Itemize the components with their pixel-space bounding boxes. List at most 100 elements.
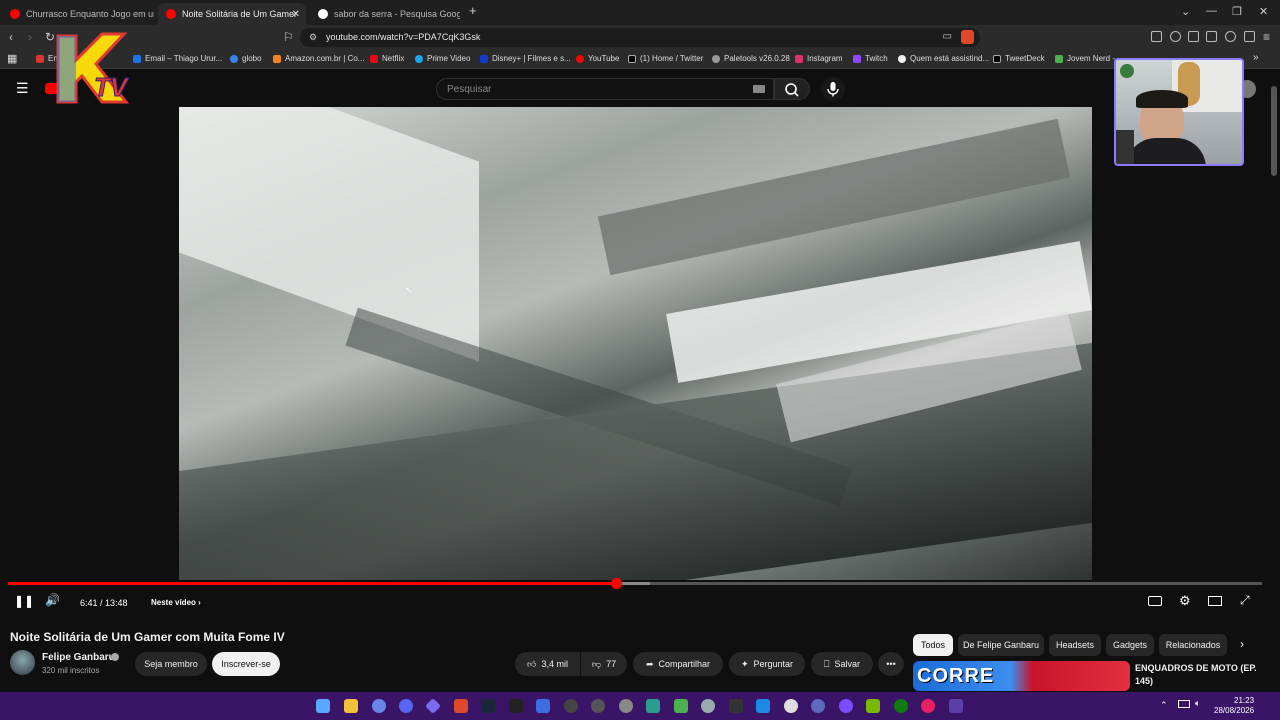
pause-icon[interactable]: ❚❚ [14, 594, 34, 608]
bookmark-paletools[interactable]: Paletools v26.0.28 [712, 54, 790, 63]
tab-churrasco[interactable]: Churrasco Enquanto Jogo em uma N [2, 3, 154, 25]
subtitles-icon[interactable] [1148, 596, 1162, 606]
more-bookmarks-icon[interactable]: » [1253, 52, 1259, 63]
file-explorer-icon[interactable] [344, 699, 358, 713]
back-icon[interactable]: ‹ [9, 30, 13, 44]
more-actions-button[interactable]: ••• [878, 652, 904, 676]
bookmark-instagram[interactable]: Instagram [795, 54, 843, 63]
epic-games-icon[interactable] [509, 699, 523, 713]
app-icon-14[interactable] [921, 699, 935, 713]
chip-todos[interactable]: Todos [913, 634, 953, 656]
recommended-thumbnail[interactable]: CORRE [913, 661, 1130, 691]
bookmark-icon[interactable]: ⚐ [283, 30, 294, 44]
app-icon-12[interactable] [811, 699, 825, 713]
app-icon-10[interactable] [756, 699, 770, 713]
ask-button[interactable]: ✦ Perguntar [729, 652, 805, 676]
subscribe-button[interactable]: Inscrever-se [212, 652, 280, 676]
network-icon[interactable] [1178, 700, 1190, 708]
brave-browser-icon[interactable] [454, 699, 468, 713]
clock-date[interactable]: 28/08/2026 [1214, 706, 1254, 715]
app-icon-8[interactable] [701, 699, 715, 713]
app-icon-4[interactable] [564, 699, 578, 713]
bookmark-quem-esta-assistindo[interactable]: Quem está assistind... [898, 54, 989, 63]
tab-google-search[interactable]: sabor da serra - Pesquisa Google [310, 3, 460, 25]
clock-time[interactable]: 21:23 [1234, 696, 1254, 705]
close-tab-icon[interactable]: ✕ [292, 9, 300, 20]
close-window-icon[interactable]: ✕ [1259, 5, 1268, 18]
bookmark-globo[interactable]: globo [230, 54, 262, 63]
voice-search-button[interactable] [821, 77, 845, 101]
settings-gear-icon[interactable]: ⚙ [1179, 593, 1191, 609]
speaker-icon[interactable]: 🔈︎ [1195, 698, 1200, 709]
tray-overflow-icon[interactable]: ⌃ [1160, 700, 1168, 711]
vpn-icon[interactable] [1244, 31, 1255, 42]
recommended-title-line2[interactable]: 145) [1135, 676, 1153, 686]
chapter-button[interactable]: Neste vídeo › [151, 598, 201, 607]
cast-icon[interactable]: ▭ [943, 31, 952, 42]
chips-next-icon[interactable]: › [1240, 637, 1244, 651]
app-icon-3[interactable] [536, 699, 550, 713]
menu-icon[interactable]: ≡ [1263, 30, 1270, 44]
brave-shield-icon[interactable] [961, 30, 974, 44]
app-icon-1[interactable] [372, 699, 386, 713]
music-icon[interactable] [1170, 31, 1181, 42]
minimize-icon[interactable]: — [1206, 5, 1217, 17]
theater-mode-icon[interactable] [1208, 596, 1222, 606]
app-icon-5[interactable] [619, 699, 633, 713]
bookmark-twitch[interactable]: Twitch [853, 54, 888, 63]
channel-name[interactable]: Felipe Ganbaru [42, 652, 115, 663]
bookmark-jovem-nerd[interactable]: Jovem Nerd - [1055, 54, 1115, 63]
app-icon-11[interactable] [784, 699, 798, 713]
keyboard-icon[interactable] [753, 85, 765, 93]
search-button[interactable] [774, 78, 810, 100]
app-icon-15[interactable] [949, 699, 963, 713]
app-icon-2[interactable] [425, 698, 441, 714]
chip-headsets[interactable]: Headsets [1049, 634, 1101, 656]
scrubber-handle[interactable] [610, 578, 622, 589]
bookmark-netflix[interactable]: Netflix [370, 54, 404, 63]
chip-relacionados[interactable]: Relacionados [1159, 634, 1227, 656]
video-player[interactable]: ↖ [179, 107, 1092, 580]
maximize-icon[interactable]: ❐ [1232, 5, 1242, 18]
channel-avatar[interactable] [10, 650, 35, 675]
fullscreen-icon[interactable]: ⤢ [1240, 593, 1250, 608]
extension-icon[interactable] [1151, 31, 1162, 42]
nvidia-icon[interactable] [866, 699, 880, 713]
chip-de-felipe-ganbaru[interactable]: De Felipe Ganbaru [958, 634, 1044, 656]
save-button[interactable]: ⎕ Salvar [811, 652, 873, 676]
bookmark-tweetdeck[interactable]: TweetDeck [993, 54, 1045, 63]
share-button[interactable]: ➦ Compartilhar [633, 652, 723, 676]
app-icon-6[interactable] [646, 699, 660, 713]
tab-active-video[interactable]: Noite Solitária de Um Gamer ✕ [158, 3, 306, 25]
sidebar-icon[interactable] [1188, 31, 1199, 42]
page-scrollbar[interactable] [1271, 86, 1277, 176]
bookmark-prime-video[interactable]: Prime Video [415, 54, 470, 63]
xbox-icon[interactable] [894, 699, 908, 713]
wallet-icon[interactable] [1206, 31, 1217, 42]
bookmark-youtube[interactable]: YouTube [576, 54, 619, 63]
bookmark-email-thiago[interactable]: Email – Thiago Urur... [133, 54, 222, 63]
guide-menu-icon[interactable]: ☰ [16, 80, 29, 97]
leo-ai-icon[interactable] [1225, 31, 1236, 42]
app-icon-9[interactable] [729, 699, 743, 713]
discord-icon[interactable] [399, 699, 413, 713]
bookmark-amazon[interactable]: Amazon.com.br | Co... [273, 54, 364, 63]
chip-gadgets[interactable]: Gadgets [1106, 634, 1154, 656]
like-button[interactable]: 👍︎ 3,4 mil [515, 652, 580, 676]
obs-icon[interactable] [591, 699, 605, 713]
volume-icon[interactable]: 🔊 [45, 593, 60, 607]
start-icon[interactable] [316, 699, 330, 713]
recommended-title[interactable]: ENQUADROS DE MOTO (EP. [1135, 663, 1257, 673]
app-icon-7[interactable] [674, 699, 688, 713]
new-tab-button[interactable]: + [469, 3, 477, 18]
progress-bar[interactable] [8, 578, 1262, 589]
steam-icon[interactable] [481, 699, 495, 713]
address-bar[interactable]: ⚙ youtube.com/watch?v=PDA7CqK3Gsk ▭ [300, 28, 980, 47]
join-button[interactable]: Seja membro [135, 652, 207, 676]
apps-grid-icon[interactable]: ▦ [7, 52, 17, 65]
bookmark-twitter[interactable]: (1) Home / Twitter [628, 54, 703, 63]
dislike-button[interactable]: 👎︎ 77 [581, 652, 627, 676]
tab-search-icon[interactable]: ⌄ [1181, 5, 1190, 18]
forward-icon[interactable]: › [28, 30, 32, 44]
bookmark-disney[interactable]: Disney+ | Filmes e s... [480, 54, 571, 63]
